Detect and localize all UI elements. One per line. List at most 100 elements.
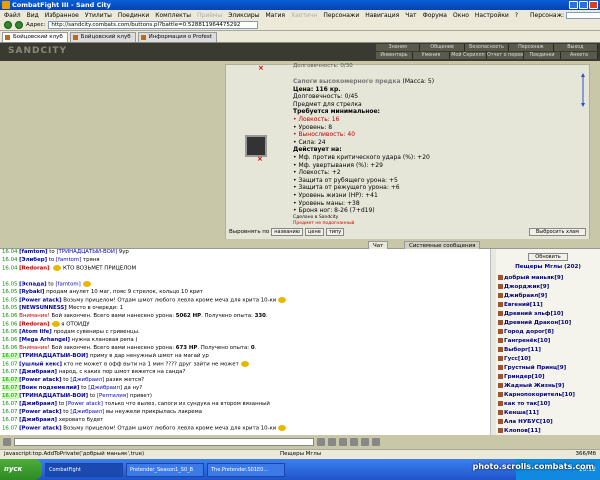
message-time[interactable]: 16.04 [2, 257, 19, 263]
menu-characters[interactable]: Персонажи [323, 12, 359, 19]
online-user[interactable]: Евгений[11] [496, 301, 600, 310]
message-time[interactable]: 16.05 [2, 298, 19, 304]
message-time[interactable]: 16.05 [2, 282, 19, 288]
online-user[interactable]: Кенша[11] [496, 409, 600, 418]
online-user[interactable]: как то так[10] [496, 400, 600, 409]
item-name[interactable]: Сапоги высокомерного предка [293, 78, 401, 85]
user-name[interactable]: Кенша[11] [504, 410, 539, 416]
menu-forum[interactable]: Форума [423, 12, 447, 19]
game-menu-skills[interactable]: Умения [413, 52, 450, 59]
message-time[interactable]: 16.04 [2, 266, 19, 272]
message-text[interactable]: [famtom] [55, 282, 80, 288]
online-user[interactable]: Жадный Жизнь[9] [496, 382, 600, 391]
message-time[interactable]: 16.06 [2, 322, 19, 328]
message-text[interactable]: [Рептилия] [97, 393, 128, 399]
sender-name[interactable]: [ушлый кекс] [19, 362, 62, 368]
menu-window[interactable]: Окно [453, 12, 469, 19]
message-time[interactable]: 16.07 [2, 409, 19, 415]
sender-name[interactable]: [Эспада] [19, 282, 46, 288]
message-time[interactable]: 16.06 [2, 329, 19, 335]
menu-view[interactable]: Вид [27, 12, 39, 19]
message-time[interactable]: 16.07 [2, 362, 19, 368]
user-name[interactable]: Древний эльф[10] [504, 311, 563, 317]
sender-name[interactable]: [Джибраил] [19, 401, 57, 407]
menu-elixirs[interactable]: Эликсиры [228, 12, 259, 19]
message-time[interactable]: 16.06 [2, 345, 19, 351]
game-menu-transfers[interactable]: Отчет о переводах [487, 52, 524, 59]
game-menu-knowledge[interactable]: Знания [376, 44, 421, 51]
user-name[interactable]: Ала НУБУС[10] [504, 419, 553, 425]
message-time[interactable]: 16.06 [2, 337, 19, 343]
sender-name[interactable]: [famtom] [19, 249, 47, 255]
sender-name[interactable]: [Элибер] [19, 257, 47, 263]
sort-by-name-button[interactable]: названию [271, 228, 304, 236]
game-menu-profile[interactable]: Анкета [561, 52, 598, 59]
user-name[interactable]: как то так[10] [504, 401, 550, 407]
menu-fights[interactable]: Поединки [118, 12, 149, 19]
message-time[interactable]: 16.07 [2, 377, 20, 383]
back-arrow-icon[interactable] [4, 21, 12, 29]
sender-name[interactable]: [Воин подземелий] [19, 385, 79, 391]
sender-name[interactable]: [ТРИНАДЦАТЫЙ-ВОИ] [19, 353, 88, 359]
user-name[interactable]: Джорджик[9] [504, 284, 549, 290]
sender-name[interactable]: [Джибраил] [19, 417, 57, 423]
online-user[interactable]: Выборг[11] [496, 346, 600, 355]
user-name[interactable]: Гангренёк[10] [504, 338, 550, 344]
tab-fight-club-1[interactable]: Бойцовский клуб [2, 32, 68, 42]
task-pretender-1[interactable]: Pretender_Season1_S0_B [126, 462, 204, 477]
user-name[interactable]: Гусс[10] [504, 356, 531, 362]
start-button[interactable]: пуск [0, 459, 42, 480]
task-combatfight[interactable]: CombatFight [45, 462, 123, 477]
user-name[interactable]: добрый маньяк[9] [504, 275, 563, 281]
message-text[interactable]: [Джибраил] [88, 385, 122, 391]
menu-magic[interactable]: Магия [265, 12, 285, 19]
url-input[interactable]: http://sandcity.combats.com/buttons.pl?b… [48, 21, 259, 29]
translit-icon[interactable] [350, 438, 358, 446]
user-name[interactable]: Карнопокоритель[10] [504, 392, 575, 398]
sender-name[interactable]: [Atom life] [19, 329, 52, 335]
user-name[interactable]: Древний Дракон[10] [504, 320, 571, 326]
game-menu-inventory[interactable]: Инвентарь [376, 52, 413, 59]
sender-name[interactable]: [Power atack] [19, 409, 61, 415]
menu-help[interactable]: ? [515, 12, 518, 19]
user-name[interactable]: Клопов[11] [504, 428, 541, 434]
online-user[interactable]: Древний Дракон[10] [496, 319, 600, 328]
message-time[interactable]: 16.07 [2, 369, 19, 375]
tab-fight-club-2[interactable]: Бойцовский клуб [69, 32, 136, 42]
minimize-button[interactable] [569, 1, 578, 9]
chat-filter-icon[interactable] [361, 438, 369, 446]
online-user[interactable]: Гангренёк[10] [496, 337, 600, 346]
message-text[interactable]: [Джибраил] [70, 409, 104, 415]
game-menu-fights[interactable]: Поединки [524, 52, 561, 59]
sender-name[interactable]: [Rybaki] [19, 289, 44, 295]
sender-name[interactable]: [Power atack] [19, 377, 61, 383]
message-text[interactable]: [Power atack] [66, 401, 103, 407]
game-menu-communication[interactable]: Общение [420, 44, 465, 51]
online-user[interactable]: Карнопокоритель[10] [496, 391, 600, 400]
online-user[interactable]: Город дорог[8] [496, 328, 600, 337]
menu-favorites[interactable]: Избранное [45, 12, 79, 19]
online-user[interactable]: Джибраил[9] [496, 292, 600, 301]
sender-name[interactable]: [NEWSUNNESS] [19, 305, 67, 311]
sender-name[interactable]: [Power atack] [19, 426, 61, 432]
character-search-input[interactable] [566, 11, 600, 19]
message-time[interactable]: 16.07 [2, 401, 19, 407]
sender-name[interactable]: [Power atack] [19, 298, 61, 304]
menu-utilities[interactable]: Утилиты [85, 12, 112, 19]
user-name[interactable]: Выборг[11] [504, 347, 541, 353]
online-user[interactable]: Клопов[11] [496, 427, 600, 435]
discard-junk-button[interactable]: Выбросить хлам [528, 228, 586, 236]
game-menu-skrill[interactable]: Мой Скриллп [450, 52, 487, 59]
message-text[interactable]: [ТРИНАДЦАТЫЙ-ВОИ] [56, 249, 117, 255]
user-name[interactable]: Грустный Принц[9] [504, 365, 566, 371]
online-user[interactable]: Грустный Принц[9] [496, 364, 600, 373]
user-name[interactable]: Евгений[11] [504, 302, 543, 308]
send-icon[interactable] [317, 438, 325, 446]
chat-settings-icon[interactable] [3, 438, 11, 446]
message-time[interactable]: 16.07 [2, 385, 20, 391]
refresh-button[interactable]: Обновить [528, 253, 568, 261]
message-time[interactable]: 16.07 [2, 353, 20, 359]
user-name[interactable]: Жадный Жизнь[9] [504, 383, 564, 389]
message-time[interactable]: 16.07 [2, 393, 20, 399]
close-x-icon[interactable]: × [258, 64, 264, 72]
